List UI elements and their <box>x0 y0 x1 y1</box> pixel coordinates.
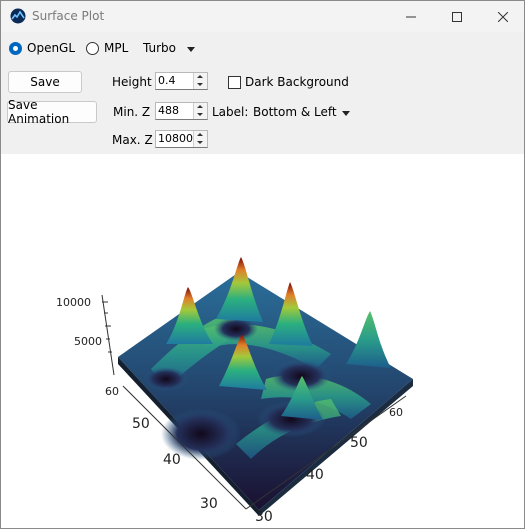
chevron-down-icon <box>187 47 195 52</box>
opengl-radio[interactable] <box>9 42 22 55</box>
height-label: Height <box>112 75 152 89</box>
spin-down-icon[interactable] <box>194 81 207 89</box>
min-z-value: 488 <box>158 104 179 117</box>
window-title: Surface Plot <box>32 9 105 23</box>
title-bar[interactable]: Surface Plot <box>1 1 524 32</box>
spin-down-icon[interactable] <box>194 111 207 119</box>
surface-plot-canvas[interactable]: 10000 5000 60 50 40 30 60 50 40 30 <box>1 154 524 528</box>
surface-peak <box>346 311 391 368</box>
bottom-axis-tick-label: 60 <box>389 406 403 419</box>
height-value: 0.4 <box>158 74 176 87</box>
colormap-value: Turbo <box>143 41 177 55</box>
surface-plot-window: Surface Plot OpenGL MPL Turbo Save Heigh… <box>0 0 525 529</box>
dark-background-label: Dark Background <box>245 75 349 89</box>
close-button[interactable] <box>480 1 524 32</box>
left-axis-tick-label: 60 <box>105 385 119 398</box>
maximize-button[interactable] <box>434 1 480 32</box>
left-axis-tick-label: 30 <box>200 496 218 512</box>
z-tick-label: 5000 <box>74 335 102 348</box>
min-z-label: Min. Z <box>113 105 151 119</box>
bottom-axis-tick-label: 50 <box>350 435 368 451</box>
max-z-stepper[interactable] <box>193 131 207 147</box>
chevron-down-icon <box>342 111 350 116</box>
mpl-radio[interactable] <box>86 42 99 55</box>
surface-plot: 10000 5000 60 50 40 30 60 50 40 30 <box>56 257 413 525</box>
spin-down-icon[interactable] <box>194 139 207 147</box>
minimize-icon <box>406 16 416 17</box>
bottom-axis-tick-label: 40 <box>306 467 324 483</box>
minimize-button[interactable] <box>388 1 434 32</box>
z-tick-label: 10000 <box>56 296 91 309</box>
save-button[interactable]: Save <box>8 71 82 93</box>
left-axis-tick-label: 40 <box>163 452 181 468</box>
min-z-spinbox[interactable]: 488 <box>155 102 208 120</box>
controls-panel: OpenGL MPL Turbo Save Height 0.4 Dark Ba… <box>1 32 524 154</box>
max-z-label: Max. Z <box>112 133 153 147</box>
height-stepper[interactable] <box>193 73 207 89</box>
mpl-label: MPL <box>104 41 129 55</box>
surface-well <box>144 367 188 391</box>
label-position-value: Bottom & Left <box>253 105 337 119</box>
opengl-label: OpenGL <box>27 41 76 55</box>
max-z-value: 10800 <box>158 132 193 145</box>
min-z-stepper[interactable] <box>193 103 207 119</box>
maximize-icon <box>452 11 462 22</box>
height-spinbox[interactable]: 0.4 <box>155 72 208 90</box>
z-axis-line <box>101 294 115 376</box>
label-position-label: Label: <box>212 105 249 119</box>
save-animation-button[interactable]: Save Animation <box>7 98 97 126</box>
colormap-dropdown[interactable]: Turbo <box>139 37 201 59</box>
left-axis-tick-label: 50 <box>132 416 150 432</box>
max-z-spinbox[interactable]: 10800 <box>155 130 208 148</box>
app-icon <box>10 8 26 24</box>
label-position-dropdown[interactable]: Bottom & Left <box>249 100 354 122</box>
dark-background-checkbox[interactable] <box>228 76 241 89</box>
close-icon <box>498 11 508 22</box>
bottom-axis-tick-label: 30 <box>255 509 273 525</box>
